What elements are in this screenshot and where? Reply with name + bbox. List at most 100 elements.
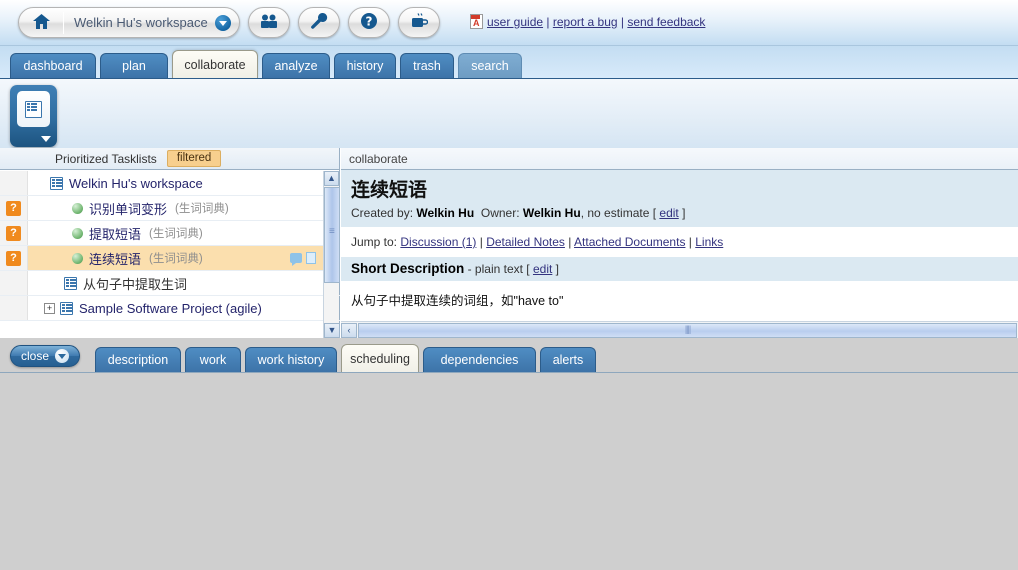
home-icon[interactable] — [19, 13, 63, 32]
document-icon[interactable] — [306, 252, 316, 264]
list-icon — [60, 301, 73, 315]
tree-vertical-scrollbar[interactable]: ▲ ▼ — [323, 171, 340, 338]
chevron-down-icon[interactable] — [215, 14, 231, 31]
tree-item-label: 连续短语 — [89, 251, 142, 267]
tab-work-history[interactable]: work history — [245, 347, 337, 372]
question-icon: ? — [360, 12, 378, 33]
scroll-up-button[interactable]: ▲ — [324, 171, 339, 186]
row-flag-gutter — [0, 271, 28, 295]
pipe: | — [476, 235, 487, 249]
close-button[interactable]: close — [10, 345, 81, 367]
row-content: 提取短语 (生词词典) — [28, 224, 340, 243]
tab-dependencies[interactable]: dependencies — [423, 347, 536, 372]
people-icon — [260, 14, 278, 31]
row-flag-gutter: ? — [0, 221, 28, 245]
main-tab-bar: dashboard plan collaborate analyze histo… — [0, 46, 1018, 78]
table-row[interactable]: Welkin Hu's workspace — [0, 171, 340, 196]
chevron-down-icon[interactable] — [55, 349, 70, 363]
expand-icon[interactable]: + — [44, 302, 55, 314]
estimate-text: , no estimate — [580, 206, 650, 220]
row-flag-gutter — [0, 171, 28, 195]
jump-to-row: Jump to: Discussion (1) | Detailed Notes… — [341, 227, 1018, 257]
detail-panel: collaborate 连续短语 Created by: Welkin Hu O… — [341, 148, 1018, 338]
pdf-icon — [470, 14, 483, 29]
scrollbar-thumb[interactable] — [324, 187, 340, 283]
tab-dashboard[interactable]: dashboard — [10, 53, 96, 78]
item-meta: Created by: Welkin Hu Owner: Welkin Hu, … — [351, 206, 1008, 220]
tree-item-label: 从句子中提取生词 — [83, 276, 188, 292]
people-icon-button[interactable] — [248, 7, 290, 38]
help-icon-button[interactable]: ? — [348, 7, 390, 38]
page-title: 连续短语 — [351, 179, 428, 201]
user-guide-link[interactable]: user guide — [487, 15, 543, 29]
tree-item-label: 识别单词变形 — [89, 201, 168, 217]
breadcrumb: collaborate — [341, 148, 1018, 170]
report-bug-link[interactable]: report a bug — [553, 15, 618, 29]
question-flag-icon[interactable]: ? — [6, 225, 21, 241]
status-orb-icon — [72, 202, 83, 214]
link-separator: | — [543, 15, 553, 29]
tasklist-panel: Prioritized Tasklists filtered Welkin Hu… — [0, 148, 340, 338]
tab-analyze[interactable]: analyze — [262, 53, 330, 78]
list-icon — [50, 176, 63, 190]
tab-search[interactable]: search — [458, 53, 522, 78]
jump-links-link[interactable]: Links — [695, 235, 723, 249]
owner-value: Welkin Hu — [522, 206, 581, 220]
tab-scheduling[interactable]: scheduling — [341, 344, 419, 372]
tab-history[interactable]: history — [334, 53, 396, 78]
outline-mode-button[interactable] — [10, 85, 57, 147]
filtered-badge: filtered — [166, 150, 222, 167]
workspace-selector[interactable]: Welkin Hu's workspace — [18, 7, 240, 38]
row-flag-gutter: ? — [0, 196, 28, 220]
scrollbar-thumb[interactable] — [358, 322, 1017, 338]
chevron-down-icon[interactable] — [41, 136, 51, 142]
outline-list-icon — [17, 91, 50, 127]
tab-work[interactable]: work — [185, 347, 241, 372]
table-row-selected[interactable]: ? 连续短语 (生词词典) — [0, 246, 340, 271]
jump-attached-documents-link[interactable]: Attached Documents — [574, 235, 685, 249]
table-row[interactable]: ? 识别单词变形 (生词词典) — [0, 196, 340, 221]
edit-meta-link[interactable]: edit — [659, 206, 678, 220]
tab-collaborate[interactable]: collaborate — [172, 50, 258, 78]
tab-alerts[interactable]: alerts — [540, 347, 596, 372]
scroll-down-button[interactable]: ▼ — [324, 323, 340, 338]
detail-horizontal-scrollbar[interactable]: ‹ — [341, 321, 1018, 338]
outline-toolbar: outline: add actions filters: — [0, 78, 1018, 210]
jump-to-label: Jump to: — [351, 235, 398, 249]
header-links: user guide | report a bug | send feedbac… — [470, 14, 705, 29]
item-header: 连续短语 Created by: Welkin Hu Owner: Welkin… — [341, 170, 1018, 227]
question-flag-icon[interactable]: ? — [6, 250, 21, 266]
tab-plan[interactable]: plan — [100, 53, 168, 78]
question-flag-icon[interactable]: ? — [6, 200, 21, 216]
row-flag-gutter: ? — [0, 246, 28, 270]
table-row[interactable]: + Sample Software Project (agile) — [0, 296, 340, 321]
tree-item-folder: (生词词典) — [149, 253, 203, 265]
jump-discussion-link[interactable]: Discussion (1) — [400, 235, 476, 249]
owner-label: Owner: — [480, 206, 520, 220]
svg-text:?: ? — [366, 15, 373, 29]
short-description-text: 从句子中提取连续的词组，如"have to" — [351, 294, 564, 308]
tab-trash[interactable]: trash — [400, 53, 454, 78]
tab-description[interactable]: description — [95, 347, 181, 372]
tree-item-folder: (生词词典) — [149, 228, 203, 240]
row-content: 从句子中提取生词 — [28, 274, 340, 293]
task-tree: Welkin Hu's workspace ? 识别单词变形 (生词词典) ? — [0, 171, 340, 338]
scheduling-form: task name: owner: parent tasklist: paren… — [0, 372, 1018, 570]
scroll-left-button[interactable]: ‹ — [341, 322, 357, 338]
wrench-icon-button[interactable] — [298, 7, 340, 38]
send-feedback-link[interactable]: send feedback — [627, 15, 705, 29]
list-icon — [64, 276, 77, 290]
short-description-type: - plain text — [464, 262, 527, 276]
jump-detailed-notes-link[interactable]: Detailed Notes — [486, 235, 565, 249]
bracket-open: [ — [526, 262, 533, 276]
edit-short-description-link[interactable]: edit — [533, 262, 552, 276]
table-row[interactable]: ? 提取短语 (生词词典) — [0, 221, 340, 246]
comment-icon[interactable] — [290, 253, 302, 266]
wrench-icon — [310, 12, 328, 33]
coffee-icon — [410, 12, 429, 33]
top-header-bar: Welkin Hu's workspace ? A user guide | r… — [0, 0, 1018, 46]
pipe: | — [685, 235, 696, 249]
table-row[interactable]: 从句子中提取生词 — [0, 271, 340, 296]
coffee-icon-button[interactable] — [398, 7, 440, 38]
tree-item-label: Sample Software Project (agile) — [79, 300, 262, 316]
